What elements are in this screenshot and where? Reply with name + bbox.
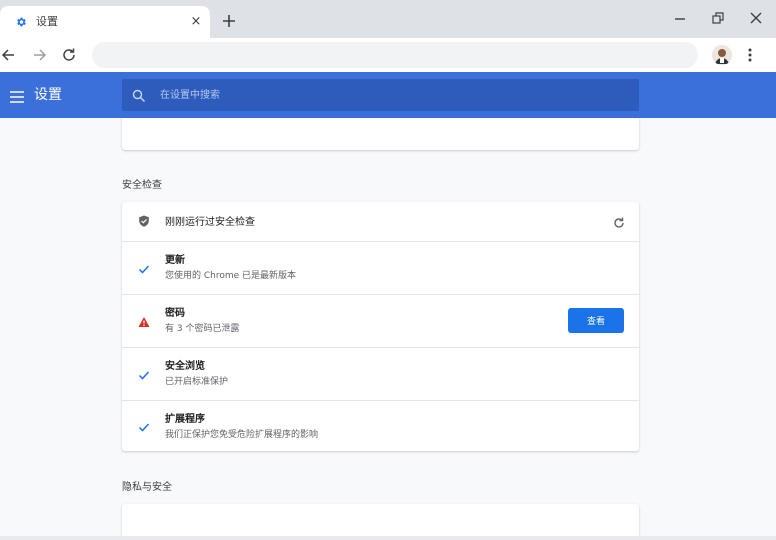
address-bar[interactable] [92, 42, 698, 68]
safety-row-subtitle: 您使用的 Chrome 已是最新版本 [165, 271, 297, 281]
check-icon [138, 369, 150, 381]
safety-check-status-row: 刚刚运行过安全检查 [122, 202, 639, 241]
reload-icon[interactable] [60, 46, 78, 64]
close-window-icon[interactable] [747, 9, 765, 27]
safety-row-subtitle: 我们正保护您免受危险扩展程序的影响 [165, 430, 319, 440]
browser-toolbar [0, 38, 776, 72]
safety-row-title: 更新 [165, 255, 185, 266]
safety-row-safe-browsing: 安全浏览 已开启标准保护 [122, 347, 639, 400]
privacy-card [122, 504, 639, 540]
new-tab-button[interactable] [220, 12, 238, 30]
safety-row-title: 密码 [165, 308, 185, 319]
safety-row-extensions: 扩展程序 我们正保护您免受危险扩展程序的影响 [122, 400, 639, 451]
safety-row-passwords: 密码 有 3 个密码已泄露 查看 [122, 294, 639, 347]
profile-avatar[interactable] [712, 45, 732, 65]
page-title: 设置 [34, 87, 62, 103]
privacy-heading: 隐私与安全 [122, 482, 172, 493]
warning-icon [138, 316, 150, 328]
refresh-icon[interactable] [612, 215, 626, 229]
view-passwords-button[interactable]: 查看 [568, 308, 624, 333]
restore-icon[interactable] [710, 10, 726, 26]
shield-icon [138, 215, 150, 227]
check-icon [138, 263, 150, 275]
settings-card-previous [122, 118, 639, 150]
safety-row-subtitle: 有 3 个密码已泄露 [165, 324, 240, 334]
search-box[interactable] [122, 79, 639, 111]
tab-strip: 设置 × [0, 0, 776, 38]
safety-row-subtitle: 已开启标准保护 [165, 377, 229, 387]
forward-arrow-icon[interactable] [30, 46, 48, 64]
window-bottom-edge [0, 536, 776, 540]
close-tab-button[interactable]: × [188, 13, 204, 29]
menu-icon[interactable] [10, 88, 24, 103]
more-vert-icon[interactable] [744, 46, 756, 64]
safety-row-title: 扩展程序 [165, 414, 205, 425]
search-input[interactable] [160, 79, 620, 111]
safety-check-heading: 安全检查 [122, 180, 162, 191]
safety-row-updates: 更新 您使用的 Chrome 已是最新版本 [122, 241, 639, 294]
tab-settings[interactable]: 设置 × [0, 6, 210, 38]
safety-row-title: 安全浏览 [165, 361, 205, 372]
search-icon [132, 88, 146, 102]
tab-title: 设置 [36, 15, 58, 28]
safety-check-card: 刚刚运行过安全检查 更新 您使用的 Chrome 已是最新版本 密码 有 3 个… [122, 202, 639, 451]
minimize-icon[interactable] [672, 10, 688, 26]
back-arrow-icon[interactable] [0, 46, 18, 64]
gear-icon [14, 15, 28, 29]
check-icon [138, 421, 150, 433]
safety-check-status: 刚刚运行过安全检查 [165, 217, 255, 228]
settings-header: 设置 [0, 72, 776, 118]
